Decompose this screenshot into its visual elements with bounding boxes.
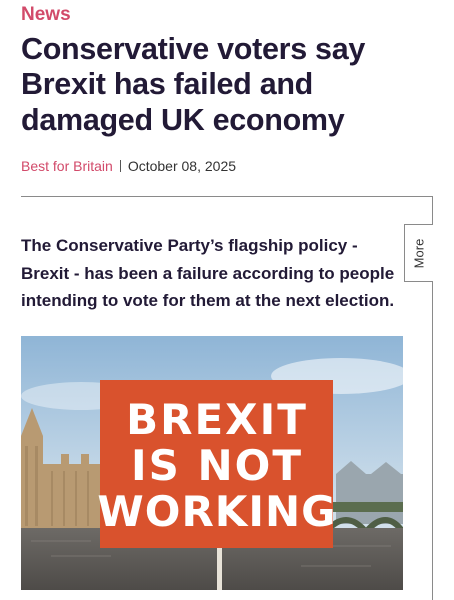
sign-line-2: IS NOT bbox=[131, 441, 303, 490]
hero-image: BREXIT IS NOT WORKING bbox=[21, 336, 403, 590]
more-tab-label: More bbox=[411, 238, 427, 268]
category-label[interactable]: News bbox=[21, 4, 71, 26]
more-tab[interactable]: More bbox=[404, 224, 433, 282]
article-headline: Conservative voters say Brexit has faile… bbox=[21, 32, 366, 137]
publish-date: October 08, 2025 bbox=[127, 158, 237, 174]
sign-line-3: WORKING bbox=[97, 487, 336, 536]
meta-divider bbox=[119, 160, 121, 172]
article-lede: The Conservative Party’s flagship policy… bbox=[21, 236, 395, 311]
source-link[interactable]: Best for Britain bbox=[21, 158, 113, 174]
sign-line-1: BREXIT bbox=[126, 395, 308, 444]
header-divider bbox=[21, 196, 433, 197]
article-meta: Best for Britain October 08, 2025 bbox=[21, 158, 236, 174]
